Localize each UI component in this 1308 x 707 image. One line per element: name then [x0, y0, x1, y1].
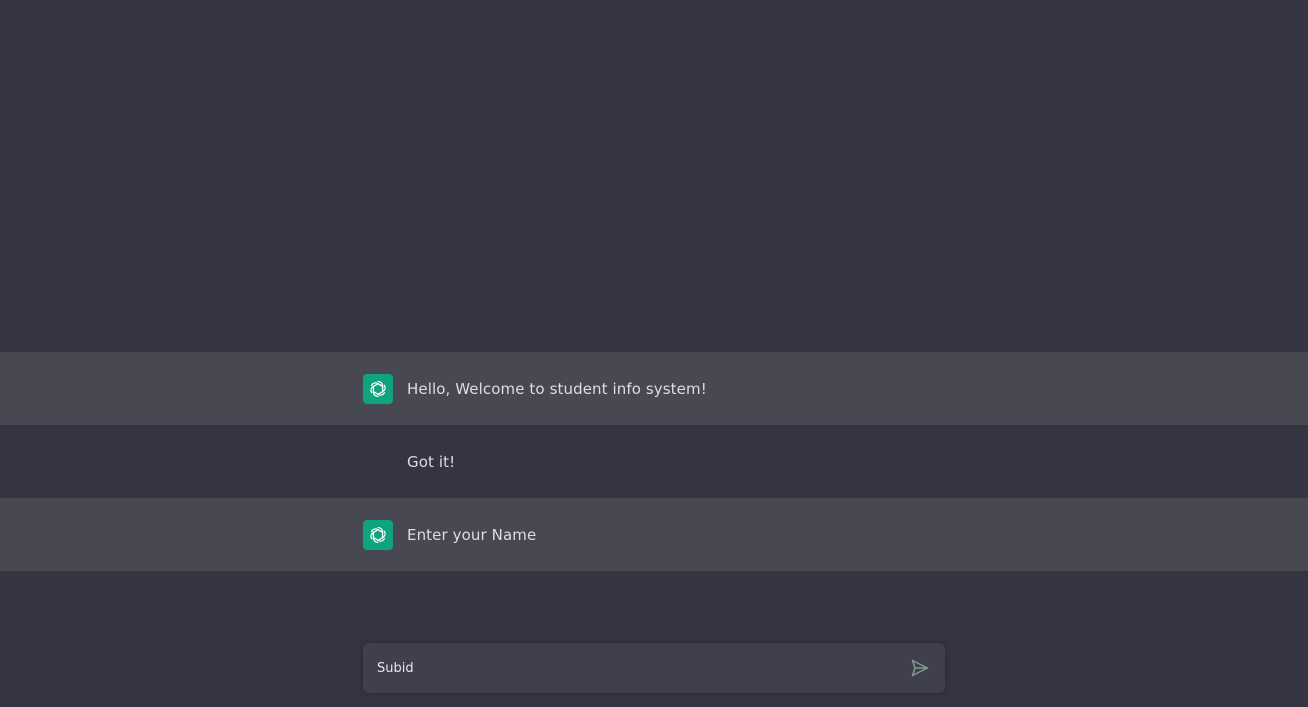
message-text: Got it!: [407, 452, 456, 471]
message-row-bot: Enter your Name: [0, 498, 1308, 571]
message-text: Hello, Welcome to student info system!: [407, 379, 707, 398]
send-icon[interactable]: [909, 657, 931, 679]
openai-logo-icon: [363, 373, 393, 404]
message-content: Enter your Name: [363, 498, 945, 571]
message-text: Enter your Name: [407, 525, 537, 544]
user-avatar-placeholder: [363, 447, 393, 477]
message-composer: [363, 643, 945, 693]
message-content: Hello, Welcome to student info system!: [363, 352, 945, 425]
chat-app: Hello, Welcome to student info system! G…: [0, 0, 1308, 707]
message-content: Got it!: [363, 425, 945, 498]
message-row-bot: Hello, Welcome to student info system!: [0, 352, 1308, 425]
message-input[interactable]: [377, 643, 877, 693]
message-row-user: Got it!: [0, 425, 1308, 498]
message-list: Hello, Welcome to student info system! G…: [0, 352, 1308, 571]
openai-logo-icon: [363, 519, 393, 550]
